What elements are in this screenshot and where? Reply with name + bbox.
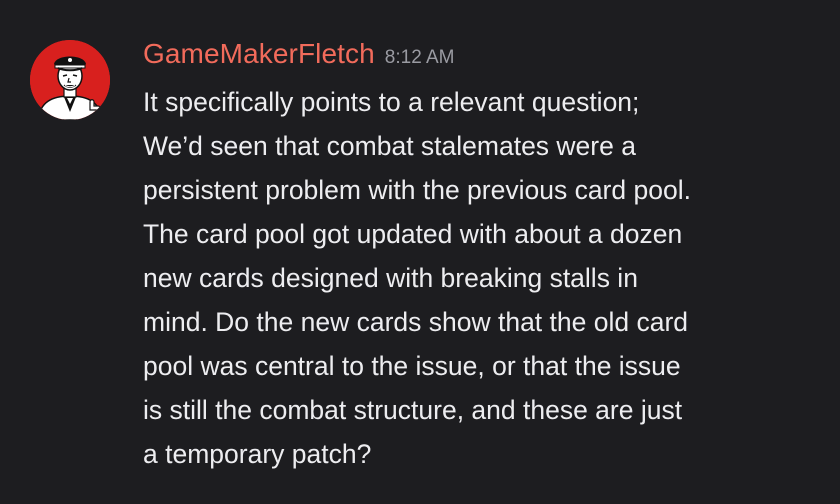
message-timestamp: 8:12 AM [384,47,455,68]
message-body: It specifically points to a relevant que… [143,80,823,476]
username[interactable]: GameMakerFletch [143,38,375,69]
message-line: It specifically points to a relevant que… [143,87,640,117]
message-line: We’d seen that combat stalemates were a [143,131,636,161]
user-avatar[interactable] [30,40,110,120]
retro-mascot-avatar-icon [30,40,110,120]
message-line: pool was central to the issue, or that t… [143,351,681,381]
message-line: The card pool got updated with about a d… [143,219,683,249]
message-header: GameMakerFletch 8:12 AM [143,38,455,78]
message-line: a temporary patch? [143,439,372,469]
message-line: new cards designed with breaking stalls … [143,263,638,293]
message-line: is still the combat structure, and these… [143,395,683,425]
chat-message: GameMakerFletch 8:12 AM It specifically p… [0,0,840,504]
message-line: mind. Do the new cards show that the old… [143,307,689,337]
message-line: persistent problem with the previous car… [143,175,691,205]
